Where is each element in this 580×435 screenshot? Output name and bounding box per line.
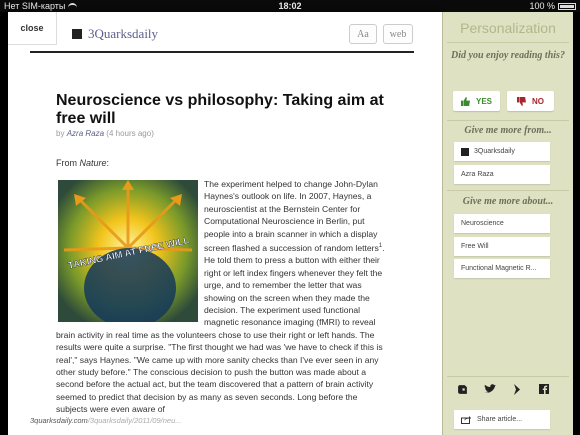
more-about-heading: Give me more about... [462, 196, 554, 207]
body-text: The experiment helped to change John-Dyl… [204, 179, 379, 253]
instapaper-icon[interactable] [510, 384, 524, 398]
from-prefix: From [56, 158, 77, 168]
site-name: 3Quarksdaily [88, 26, 159, 41]
thumbs-up-icon [460, 96, 470, 106]
clock: 18:02 [278, 1, 302, 11]
topic-item[interactable]: Neuroscience [454, 214, 550, 233]
sidebar-divider [447, 120, 569, 121]
share-label: Share article... [477, 416, 523, 423]
evernote-icon[interactable] [455, 384, 469, 398]
topic-label: Neuroscience [461, 220, 504, 227]
facebook-icon[interactable] [537, 384, 551, 397]
article-age: (4 hours ago) [106, 129, 154, 138]
source-line: From Nature: [56, 158, 110, 168]
topic-item[interactable]: Functional Magnetic R... [454, 259, 550, 278]
article-panel: close 3Quarksdaily Aa web Neuroscience v… [8, 12, 442, 435]
twitter-icon[interactable] [483, 384, 497, 397]
sidebar-divider [447, 190, 569, 191]
article-image: TAKING AIM AT FREE WILL [58, 180, 198, 322]
byline-prefix: by [56, 129, 65, 138]
url-host: 3quarksdaily.com [30, 416, 88, 425]
sidebar-title: Personalization [460, 20, 556, 36]
more-from-label: 3Quarksdaily [474, 148, 515, 155]
url-path: /3quarksdaily/2011/09/neu... [87, 416, 182, 425]
author-link[interactable]: Azra Raza [67, 129, 104, 138]
close-button[interactable]: close [8, 12, 57, 45]
status-bar: Нет SIM-карты 18:02 100 % [0, 0, 580, 12]
share-icon [461, 416, 471, 424]
no-label: NO [532, 96, 544, 106]
yes-button[interactable]: YES [453, 91, 500, 111]
battery-status: 100 % [529, 0, 576, 12]
site-icon [72, 29, 82, 39]
battery-icon [558, 2, 576, 10]
more-from-heading: Give me more from... [464, 125, 552, 136]
feedback-question: Did you enjoy reading this? [451, 50, 565, 61]
no-button[interactable]: NO [507, 91, 554, 111]
more-from-item[interactable]: Azra Raza [454, 165, 550, 184]
more-from-item[interactable]: 3Quarksdaily [454, 142, 550, 161]
topic-label: Functional Magnetic R... [461, 265, 537, 272]
byline: by Azra Raza (4 hours ago) [56, 129, 154, 138]
sidebar-divider [447, 376, 569, 377]
font-size-button[interactable]: Aa [349, 24, 377, 44]
yes-label: YES [475, 96, 492, 106]
article-title: Neuroscience vs philosophy: Taking aim a… [56, 92, 384, 127]
header-divider [30, 51, 414, 53]
topic-item[interactable]: Free Will [454, 237, 550, 256]
more-from-label: Azra Raza [461, 171, 494, 178]
from-source: Nature [79, 158, 107, 168]
web-view-button[interactable]: web [383, 24, 413, 44]
sidebar-divider [447, 42, 569, 43]
article-url[interactable]: 3quarksdaily.com/3quarksdaily/2011/09/ne… [30, 416, 182, 425]
topic-label: Free Will [461, 243, 489, 250]
site-icon [461, 147, 469, 156]
personalization-sidebar: Personalization Did you enjoy reading th… [442, 12, 573, 435]
share-button[interactable]: Share article... [454, 410, 550, 429]
thumbs-down-icon [517, 96, 526, 106]
article-source: 3Quarksdaily [72, 26, 158, 42]
